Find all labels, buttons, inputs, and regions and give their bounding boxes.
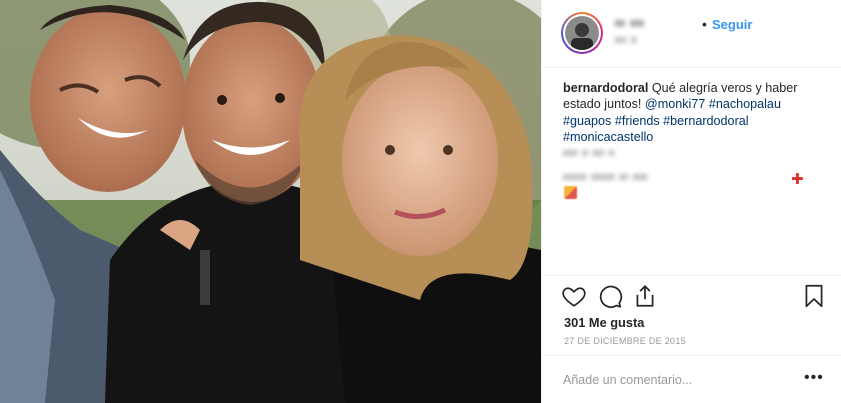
follow-button[interactable]: Seguir (712, 17, 752, 32)
avatar-image (565, 16, 599, 50)
hashtag-nachopalau[interactable]: #nachopalau (709, 97, 781, 111)
add-comment-bar: ••• (542, 355, 841, 403)
author-username[interactable]: ᴵᴵᴵ ᴵᴵᴵᴵ (615, 17, 645, 33)
likes-count[interactable]: 301 Me gusta (564, 315, 644, 330)
emoji-icon (564, 186, 577, 199)
photo-illustration (0, 0, 541, 403)
mention-monki77[interactable]: @monki77 (645, 97, 705, 111)
red-cross-emoji: ✚ (791, 171, 804, 188)
post-date[interactable]: 27 DE DICIEMBRE DE 2015 (564, 336, 686, 346)
hashtag-guapos[interactable]: #guapos (563, 114, 611, 128)
share-icon[interactable] (632, 283, 658, 309)
hashtag-bernardodoral[interactable]: #bernardodoral (663, 114, 748, 128)
post-caption: bernardodoral Qué alegría veros y haber … (563, 80, 825, 145)
post-photo[interactable] (0, 0, 541, 403)
post-header: ᴵᴵᴵ ᴵᴵᴵᴵ • Seguir ᴵᴵᴵᴵ ᴵᴵ (542, 0, 841, 68)
caption-username[interactable]: bernardodoral (563, 81, 648, 95)
post-details-panel: ᴵᴵᴵ ᴵᴵᴵᴵ • Seguir ᴵᴵᴵᴵ ᴵᴵ bernardodoral … (541, 0, 841, 403)
bookmark-icon[interactable] (801, 283, 827, 309)
post-location[interactable]: ᴵᴵᴵᴵ ᴵᴵ (615, 35, 637, 49)
comment-item: ᴵᴵᴵᴵᴵ ᴵᴵ ᴵᴵᴵᴵ ᴵᴵ (563, 148, 616, 162)
hashtag-friends[interactable]: #friends (615, 114, 660, 128)
more-options-button[interactable]: ••• (804, 369, 824, 387)
hashtag-monicacastello[interactable]: #monicacastello (563, 130, 653, 144)
action-bar (542, 275, 841, 276)
comment-icon[interactable] (597, 283, 623, 309)
heart-icon[interactable] (561, 283, 587, 309)
avatar[interactable] (561, 12, 603, 54)
comment-item: ᴵᴵᴵᴵᴵᴵᴵᴵ ᴵᴵᴵᴵᴵᴵᴵᴵ ᴵᴵᴵ ᴵᴵᴵᴵᴵ (563, 172, 649, 186)
separator-dot: • (702, 16, 707, 32)
comment-input[interactable] (563, 370, 793, 390)
